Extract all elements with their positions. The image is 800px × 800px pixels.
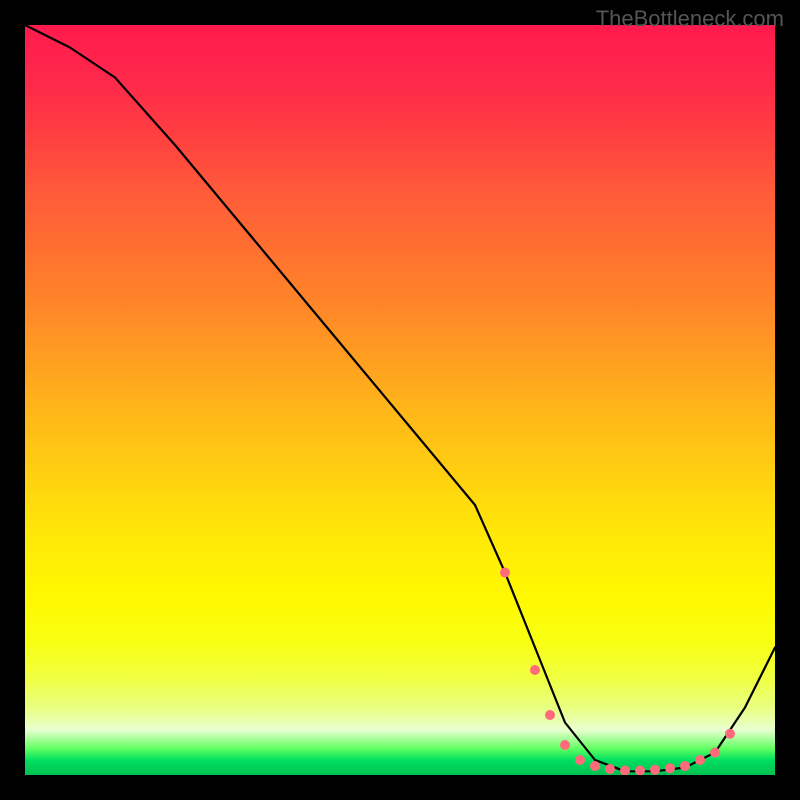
marker-dot: [665, 763, 675, 773]
marker-dot: [710, 748, 720, 758]
chart-plot-area: [25, 25, 775, 775]
marker-dot: [680, 761, 690, 771]
marker-dot: [500, 568, 510, 578]
marker-dot: [650, 765, 660, 775]
chart-svg: [25, 25, 775, 775]
marker-dot: [530, 665, 540, 675]
marker-dot: [695, 755, 705, 765]
marker-dot: [725, 729, 735, 739]
curve-markers: [500, 568, 735, 776]
marker-dot: [620, 766, 630, 776]
marker-dot: [575, 755, 585, 765]
marker-dot: [635, 766, 645, 776]
marker-dot: [560, 740, 570, 750]
curve-line: [25, 25, 775, 771]
watermark-text: TheBottleneck.com: [596, 6, 784, 32]
marker-dot: [545, 710, 555, 720]
marker-dot: [590, 761, 600, 771]
marker-dot: [605, 764, 615, 774]
